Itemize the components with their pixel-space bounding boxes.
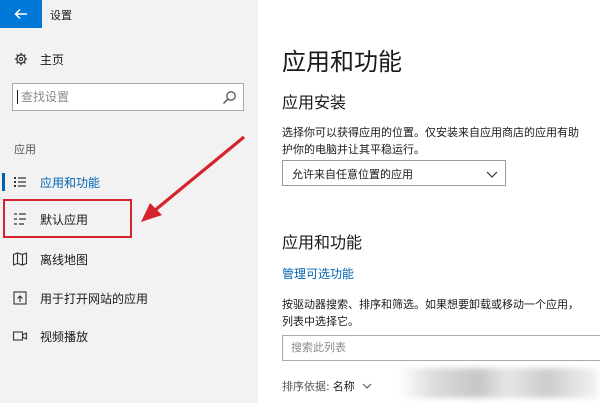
sidebar-item-label: 视频播放 — [40, 330, 89, 344]
video-playback-icon — [12, 331, 28, 341]
install-description: 选择你可以获得应用的位置。仅安装来自应用商店的应用有助 护你的电脑并让其平稳运行… — [282, 124, 600, 158]
sidebar-item-label: 应用和功能 — [40, 176, 101, 190]
sidebar-item-offline-maps[interactable]: 离线地图 — [0, 248, 258, 270]
open-website-icon — [13, 291, 27, 305]
sidebar-item-open-websites[interactable]: 用于打开网站的应用 — [0, 287, 258, 309]
dropdown-value: 允许来自任意位置的应用 — [292, 168, 413, 181]
sidebar-item-apps-features[interactable]: 应用和功能 — [0, 171, 258, 193]
sidebar-item-label: 用于打开网站的应用 — [40, 292, 149, 306]
sort-label: 排序依据: — [282, 380, 330, 393]
home-label: 主页 — [40, 52, 65, 67]
manage-optional-features-link[interactable]: 管理可选功能 — [282, 265, 354, 282]
selection-indicator — [2, 173, 5, 191]
back-arrow-icon — [14, 8, 27, 20]
sidebar-item-label: 离线地图 — [40, 253, 89, 267]
blurred-filter-area — [398, 368, 598, 398]
features-description: 按驱动器搜索、排序和筛选。如果想要卸载或移动一个应用， 列表中选择它。 — [282, 296, 600, 330]
features-desc-line-2: 列表中选择它。 — [282, 315, 359, 328]
section-label-apps: 应用 — [14, 143, 36, 156]
home-nav-item[interactable]: 主页 — [14, 50, 64, 68]
app-list-search-box[interactable] — [282, 335, 600, 361]
chevron-down-icon — [486, 171, 498, 178]
app-list-search-input[interactable] — [291, 341, 531, 354]
page-title: 应用和功能 — [282, 48, 402, 76]
sidebar-item-video-playback[interactable]: 视频播放 — [0, 325, 258, 347]
gear-icon — [14, 52, 28, 66]
window-title: 设置 — [50, 9, 72, 22]
install-desc-line-2: 护你的电脑并让其平稳运行。 — [282, 143, 425, 156]
main-content: 应用和功能 应用安装 选择你可以获得应用的位置。仅安装来自应用商店的应用有助 护… — [258, 0, 600, 403]
install-desc-line-1: 选择你可以获得应用的位置。仅安装来自应用商店的应用有助 — [282, 126, 579, 139]
apps-list-icon — [14, 177, 26, 187]
install-source-dropdown[interactable]: 允许来自任意位置的应用 — [282, 160, 506, 186]
offline-map-icon — [12, 252, 28, 266]
sort-value: 名称 — [332, 380, 355, 393]
title-bar: 设置 — [0, 0, 258, 28]
sort-selector[interactable]: 排序依据: 名称 — [282, 378, 373, 394]
back-button[interactable] — [0, 0, 42, 28]
features-desc-line-1: 按驱动器搜索、排序和筛选。如果想要卸载或移动一个应用， — [282, 298, 579, 311]
annotation-highlight-box — [3, 199, 132, 238]
search-icon[interactable] — [222, 90, 237, 105]
features-heading: 应用和功能 — [282, 233, 363, 252]
settings-search-box[interactable] — [12, 83, 244, 111]
settings-search-input[interactable] — [17, 90, 216, 104]
settings-sidebar: 设置 主页 应用 应用和功能 — [0, 0, 258, 403]
install-heading: 应用安装 — [282, 93, 347, 112]
chevron-down-icon — [362, 383, 372, 389]
